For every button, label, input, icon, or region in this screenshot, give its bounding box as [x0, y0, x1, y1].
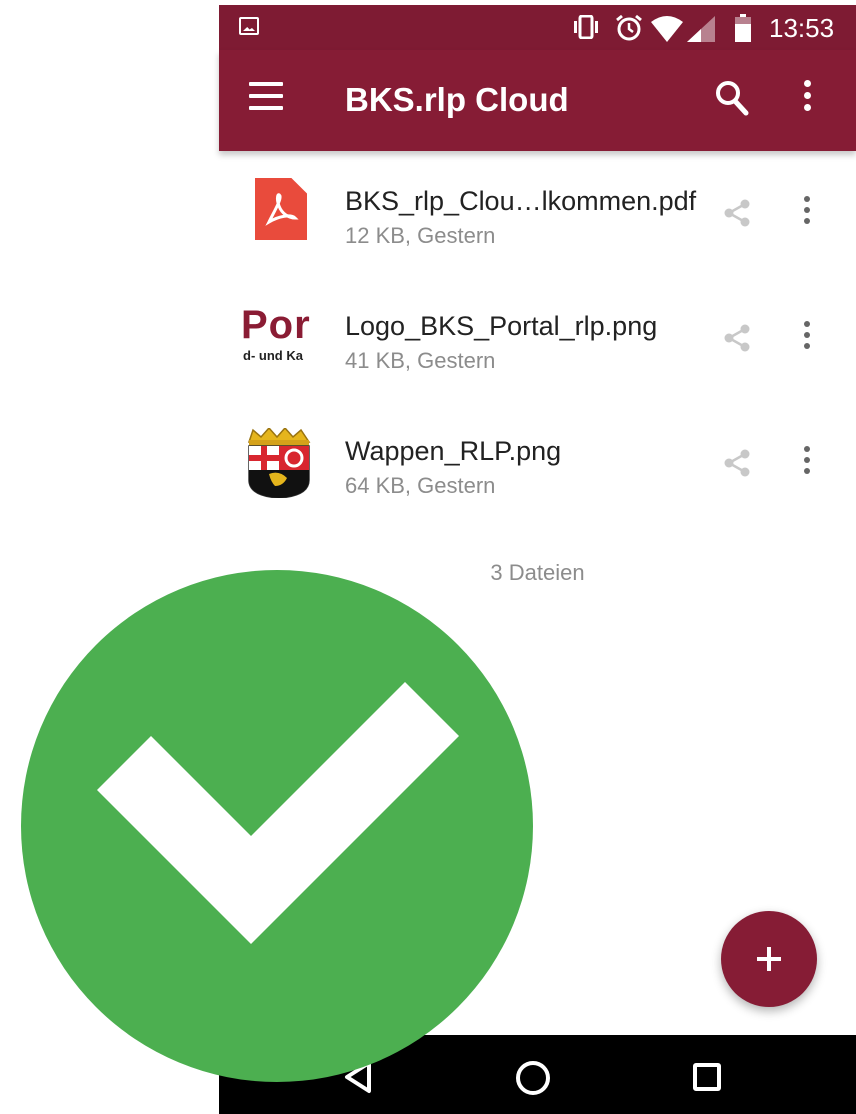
app-bar: BKS.rlp Cloud [219, 50, 856, 151]
list-item[interactable]: Por d- und Ka Logo_BKS_Portal_rlp.png 41… [219, 276, 856, 401]
coat-of-arms-thumbnail [243, 428, 319, 498]
item-more-icon[interactable] [799, 446, 815, 482]
item-more-icon[interactable] [799, 321, 815, 357]
logo-thumbnail: Por d- und Ka [243, 303, 319, 373]
list-item[interactable]: Wappen_RLP.png 64 KB, Gestern [219, 401, 856, 526]
share-icon[interactable] [723, 448, 751, 478]
status-bar: 13:53 [219, 5, 856, 50]
menu-icon[interactable] [249, 82, 285, 112]
logo-thumbnail-subtext: d- und Ka [243, 348, 303, 363]
recents-icon[interactable] [693, 1063, 721, 1091]
app-title: BKS.rlp Cloud [345, 81, 569, 118]
gallery-icon [239, 17, 259, 35]
vibrate-icon [574, 15, 598, 39]
file-meta: 64 KB, Gestern [345, 473, 496, 498]
search-icon[interactable] [715, 80, 749, 116]
file-meta: 41 KB, Gestern [345, 348, 496, 373]
file-name: Logo_BKS_Portal_rlp.png [345, 311, 658, 341]
item-more-icon[interactable] [799, 196, 815, 232]
add-button[interactable] [721, 911, 817, 1007]
logo-thumbnail-text: Por [243, 303, 311, 347]
pdf-icon [243, 178, 319, 248]
more-vert-icon[interactable] [797, 80, 817, 116]
clock: 13:53 [769, 13, 835, 43]
file-list: BKS_rlp_Clou…lkommen.pdf 12 KB, Gestern … [219, 151, 856, 526]
wifi-icon [651, 16, 683, 42]
plus-icon [757, 947, 781, 971]
checkmark-badge-icon [21, 570, 533, 1082]
file-name: Wappen_RLP.png [345, 436, 562, 466]
alarm-icon [616, 14, 642, 41]
file-meta: 12 KB, Gestern [345, 223, 496, 248]
signal-icon [687, 16, 715, 42]
file-name: BKS_rlp_Clou…lkommen.pdf [345, 186, 697, 216]
share-icon[interactable] [723, 323, 751, 353]
list-item[interactable]: BKS_rlp_Clou…lkommen.pdf 12 KB, Gestern [219, 151, 856, 276]
share-icon[interactable] [723, 198, 751, 228]
battery-icon [735, 14, 751, 42]
